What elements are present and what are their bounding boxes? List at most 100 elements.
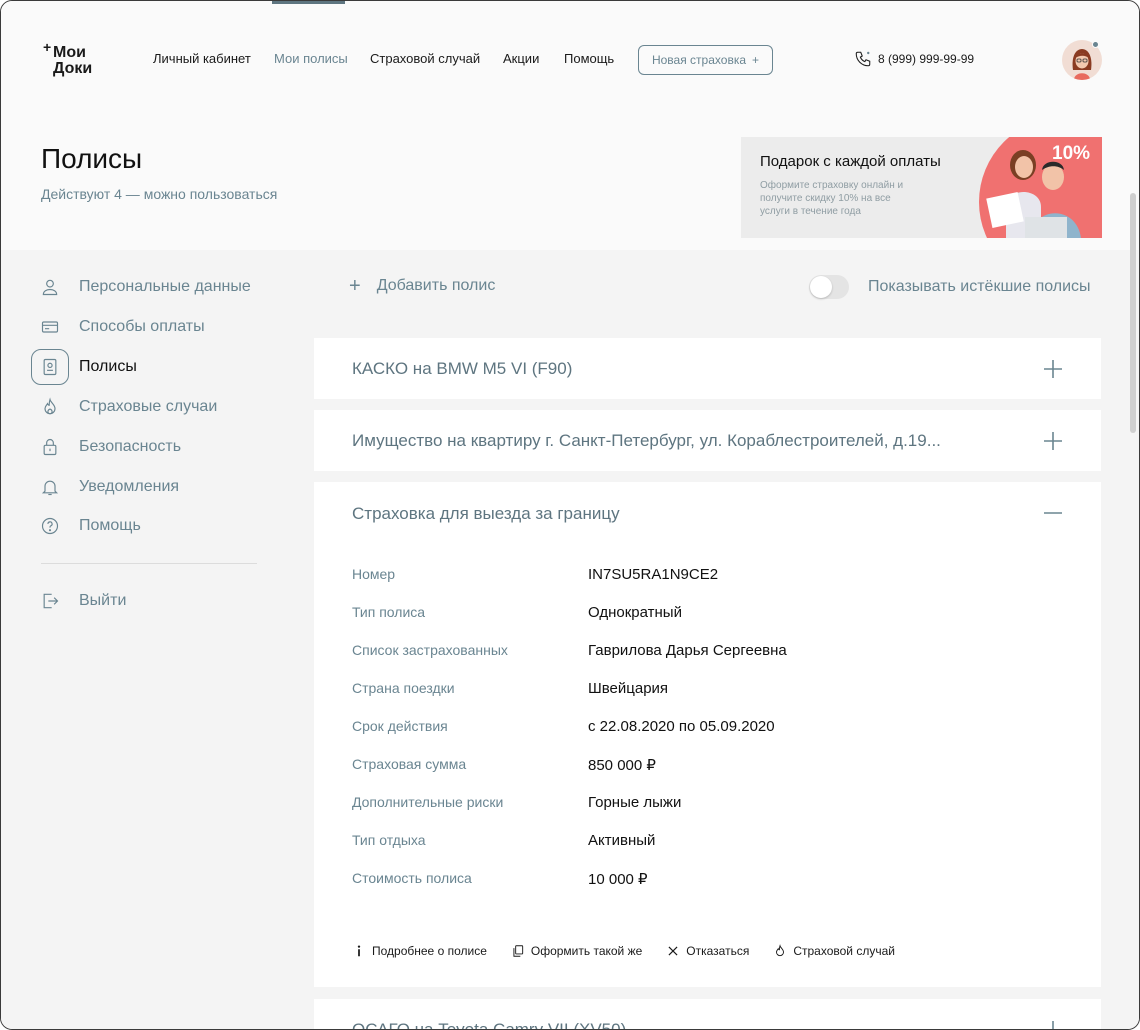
sidebar-divider — [41, 563, 257, 564]
notification-dot — [1092, 41, 1099, 48]
detail-label-risks: Дополнительные риски — [352, 794, 504, 810]
nav-promotions[interactable]: Акции — [503, 51, 539, 66]
banner-title: Подарок с каждой оплаты — [760, 153, 941, 170]
page-subtitle: Действуют 4 — можно пользоваться — [41, 186, 278, 202]
detail-value-number: IN7SU5RA1N9CE2 — [588, 566, 719, 583]
sidebar-label: Страховые случаи — [79, 398, 218, 415]
policy-title: ОСАГО на Toyota Camry VII (XV50) — [352, 1020, 627, 1030]
sidebar-label: Полисы — [79, 358, 137, 375]
plus-icon[interactable] — [1041, 1018, 1065, 1029]
policies-toolbar: + Добавить полис Показывать истёкшие пол… — [314, 250, 1139, 326]
add-policy-button[interactable]: + Добавить полис — [349, 275, 496, 297]
nav-help[interactable]: Помощь — [564, 51, 614, 66]
detail-label-insured: Список застрахованных — [352, 642, 508, 658]
close-icon — [668, 946, 678, 956]
plus-icon[interactable] — [1041, 429, 1065, 453]
promo-banner[interactable]: Подарок с каждой оплаты Оформите страхов… — [741, 137, 1102, 238]
sidebar-item-help[interactable]: Помощь — [1, 508, 314, 544]
new-insurance-button[interactable]: Новая страховка + — [638, 45, 773, 75]
logout-icon — [31, 583, 69, 619]
sidebar-item-security[interactable]: Безопасность — [1, 429, 314, 465]
sidebar-label: Помощь — [79, 517, 141, 534]
policy-actions: Подробнее о полисе Оформить такой же Отк… — [352, 944, 895, 958]
detail-label-cost: Стоимость полиса — [352, 870, 472, 886]
phone-icon — [855, 51, 871, 67]
show-expired-toggle[interactable] — [809, 275, 849, 299]
sidebar-item-insurance-cases[interactable]: Страховые случаи — [1, 389, 314, 425]
policy-title: КАСКО на BMW M5 VI (F90) — [352, 359, 573, 378]
policy-accordion-kasko[interactable]: КАСКО на BMW M5 VI (F90) — [314, 338, 1101, 399]
logo[interactable]: + Мои Доки — [43, 39, 103, 79]
sidebar: Персональные данные Способы оплаты Полис… — [1, 250, 314, 1029]
toggle-knob — [810, 276, 832, 298]
policy-title: Имущество на квартиру г. Санкт-Петербург… — [352, 431, 941, 450]
detail-value-insured: Гаврилова Дарья Сергеевна — [588, 642, 787, 659]
more-info-label: Подробнее о полисе — [372, 944, 487, 958]
copy-icon — [513, 945, 524, 957]
scrollbar[interactable] — [1130, 193, 1136, 433]
sidebar-item-logout[interactable]: Выйти — [1, 583, 314, 619]
phone-number: 8 (999) 999-99-99 — [878, 52, 975, 66]
top-navigation: + Мои Доки Личный кабинет Мои полисы Стр… — [1, 1, 1139, 111]
new-insurance-label: Новая страховка — [651, 53, 746, 67]
active-nav-indicator — [272, 1, 345, 4]
show-expired-label: Показывать истёкшие полисы — [868, 278, 1091, 295]
detail-value-period: с 22.08.2020 по 05.09.2020 — [588, 718, 775, 735]
logout-label: Выйти — [79, 592, 127, 609]
sidebar-label: Персональные данные — [79, 278, 251, 295]
detail-label-country: Страна поездки — [352, 680, 455, 696]
cancel-policy-label: Отказаться — [686, 944, 750, 958]
nav-insurance-case[interactable]: Страховой случай — [370, 51, 480, 66]
insurance-case-label: Страховой случай — [793, 944, 895, 958]
detail-label-sum: Страховая сумма — [352, 756, 467, 772]
more-info-button[interactable]: Подробнее о полисе — [352, 944, 487, 958]
nav-my-policies[interactable]: Мои полисы — [274, 51, 348, 66]
nav-personal-account[interactable]: Личный кабинет — [153, 51, 251, 66]
plus-icon: + — [752, 53, 760, 67]
fire-icon — [31, 389, 69, 425]
plus-icon: + — [349, 275, 361, 297]
detail-label-rest-type: Тип отдыха — [352, 832, 426, 848]
policy-icon — [31, 349, 69, 385]
sidebar-item-payment-methods[interactable]: Способы оплаты — [1, 309, 314, 345]
app-window: + Мои Доки Личный кабинет Мои полисы Стр… — [0, 0, 1140, 1030]
detail-value-country: Швейцария — [588, 680, 669, 697]
logo-plus-icon: + — [43, 39, 52, 55]
add-policy-label: Добавить полис — [376, 277, 496, 294]
sidebar-item-notifications[interactable]: Уведомления — [1, 469, 314, 505]
policy-title: Страховка для выезда за границу — [352, 504, 620, 523]
card-icon — [31, 309, 69, 345]
policy-accordion-osago[interactable]: ОСАГО на Toyota Camry VII (XV50) — [314, 999, 1101, 1030]
banner-text: Оформите страховку онлайн и получите ски… — [760, 180, 904, 217]
lock-icon — [31, 429, 69, 465]
sidebar-label: Уведомления — [79, 478, 180, 495]
sidebar-label: Безопасность — [79, 438, 182, 455]
detail-value-sum: 850 000 ₽ — [588, 757, 656, 774]
detail-label-period: Срок действия — [352, 718, 448, 734]
cancel-policy-button[interactable]: Отказаться — [666, 944, 749, 958]
policy-accordion-property[interactable]: Имущество на квартиру г. Санкт-Петербург… — [314, 410, 1101, 471]
detail-label-number: Номер — [352, 566, 396, 582]
user-icon — [31, 269, 69, 305]
phone-link[interactable]: 8 (999) 999-99-99 — [854, 50, 974, 68]
info-icon — [357, 945, 361, 957]
insurance-case-button[interactable]: Страховой случай — [773, 944, 895, 958]
policy-accordion-travel[interactable]: Страховка для выезда за границу Номер IN… — [314, 482, 1101, 987]
detail-value-rest-type: Активный — [588, 832, 656, 849]
bell-icon — [31, 469, 69, 505]
page-title: Полисы — [41, 143, 143, 174]
logo-line2: Доки — [53, 60, 93, 77]
detail-label-type: Тип полиса — [352, 604, 426, 620]
banner-discount: 10% — [1052, 143, 1091, 164]
detail-value-risks: Горные лыжи — [588, 794, 682, 811]
sidebar-label: Способы оплаты — [79, 318, 205, 335]
sidebar-item-personal-data[interactable]: Персональные данные — [1, 269, 314, 305]
detail-value-type: Однократный — [588, 604, 682, 621]
minus-icon[interactable] — [1041, 501, 1065, 525]
detail-value-cost: 10 000 ₽ — [588, 871, 648, 888]
duplicate-policy-button[interactable]: Оформить такой же — [511, 944, 642, 958]
sidebar-item-policies[interactable]: Полисы — [1, 349, 314, 385]
duplicate-policy-label: Оформить такой же — [530, 944, 643, 958]
fire-icon — [776, 944, 785, 957]
plus-icon[interactable] — [1041, 357, 1065, 381]
